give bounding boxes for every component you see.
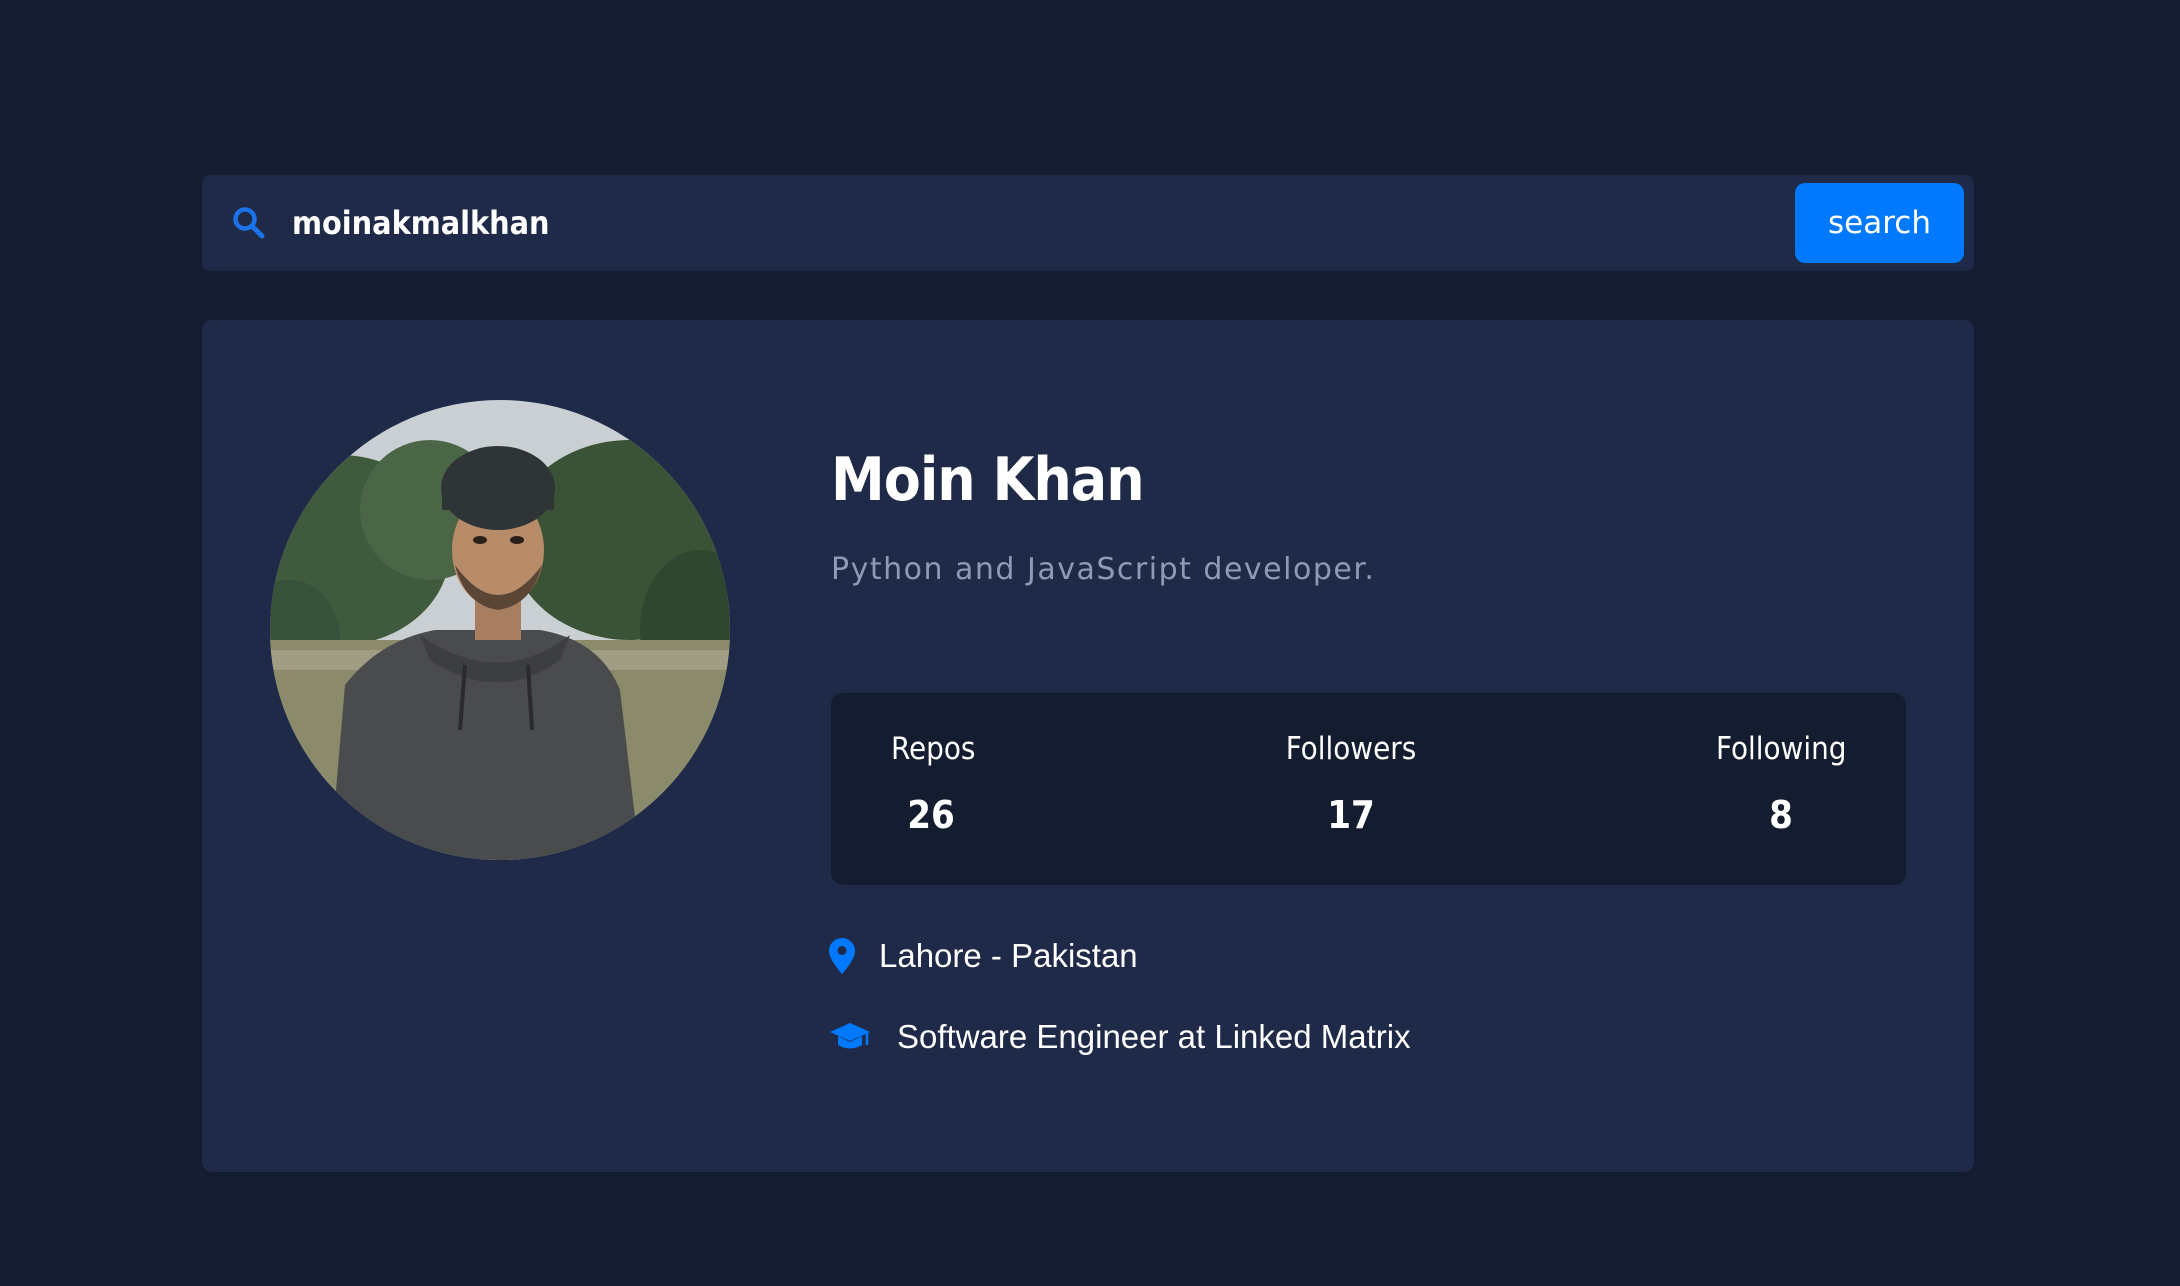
- stat-repos: Repos 26: [891, 731, 976, 837]
- profile-bio: Python and JavaScript developer.: [831, 552, 1376, 587]
- location-pin-icon: [829, 938, 855, 974]
- stat-repos-value: 26: [907, 793, 955, 837]
- work-row: Software Engineer at Linked Matrix: [829, 1018, 1411, 1056]
- stat-followers-label: Followers: [1285, 731, 1417, 767]
- work-text: Software Engineer at Linked Matrix: [897, 1018, 1411, 1055]
- location-text: Lahore - Pakistan: [879, 937, 1138, 974]
- profile-card: Moin Khan Python and JavaScript develope…: [202, 320, 1974, 1172]
- stat-followers-value: 17: [1327, 793, 1375, 837]
- stat-repos-label: Repos: [891, 731, 976, 767]
- stat-following: Following 8: [1716, 731, 1847, 837]
- graduation-cap-icon: [829, 1021, 871, 1053]
- profile-name: Moin Khan: [831, 445, 1145, 515]
- search-icon: [232, 206, 266, 240]
- location-row: Lahore - Pakistan: [829, 937, 1138, 975]
- avatar: [270, 400, 730, 860]
- search-input[interactable]: [292, 193, 1392, 253]
- stat-following-value: 8: [1769, 793, 1793, 837]
- search-button[interactable]: search: [1795, 183, 1964, 263]
- stat-following-label: Following: [1716, 731, 1847, 767]
- search-bar: search: [202, 175, 1974, 271]
- stat-followers: Followers 17: [1281, 731, 1421, 837]
- stats-panel: Repos 26 Followers 17 Following 8: [831, 693, 1906, 885]
